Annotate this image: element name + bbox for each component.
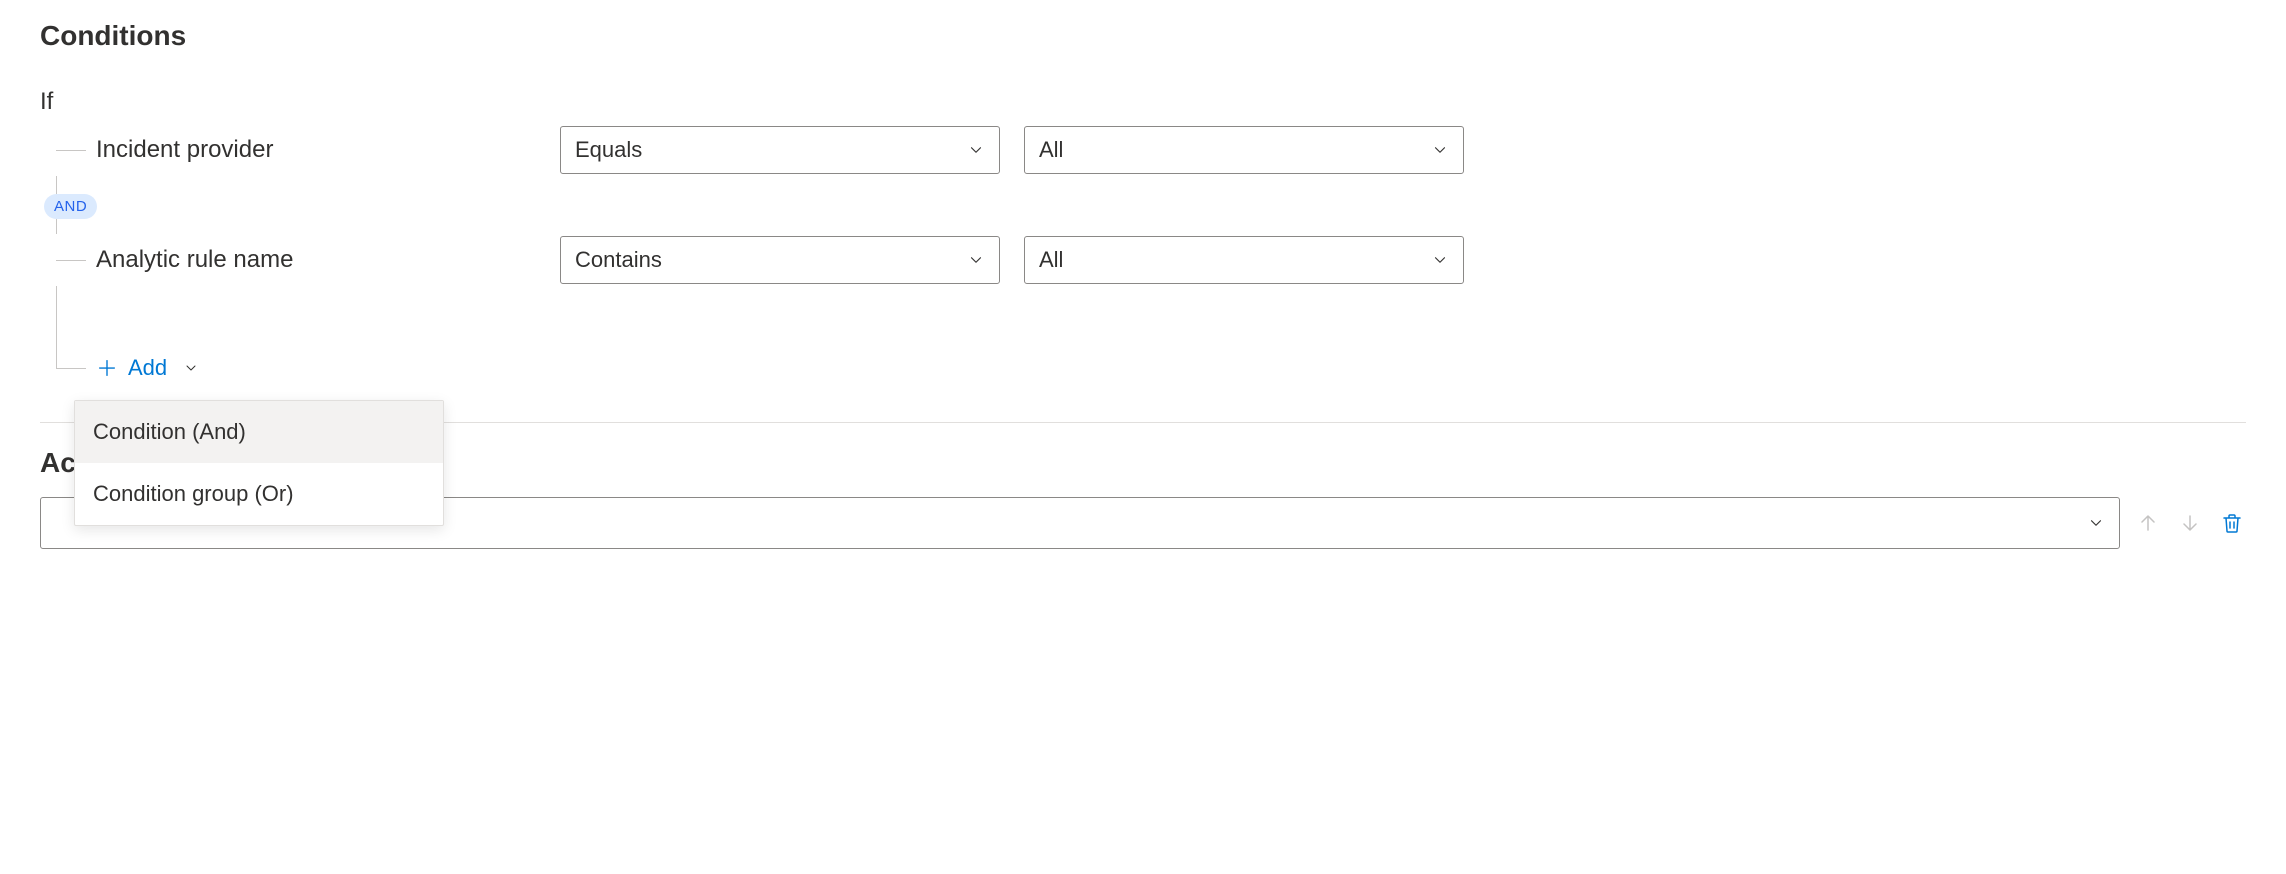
value-text: All — [1039, 137, 1063, 163]
delete-button[interactable] — [2218, 509, 2246, 537]
conditions-block: Incident provider Equals All AND Analyti… — [40, 124, 2246, 392]
if-label: If — [40, 88, 2246, 116]
condition-field-label: Incident provider — [96, 136, 536, 164]
condition-field-label: Analytic rule name — [96, 246, 536, 274]
operator-select[interactable]: Contains — [560, 236, 1000, 284]
add-label: Add — [128, 355, 167, 381]
chevron-down-icon — [967, 141, 985, 159]
chevron-down-icon — [2087, 514, 2105, 532]
condition-gap: AND — [56, 176, 2246, 234]
add-condition-button[interactable]: Add — [56, 344, 2246, 392]
condition-row: Incident provider Equals All — [56, 124, 2246, 176]
condition-row: Analytic rule name Contains All — [56, 234, 2246, 286]
chevron-down-icon — [183, 360, 199, 376]
operator-value: Equals — [575, 137, 642, 163]
chevron-down-icon — [967, 251, 985, 269]
and-badge: AND — [44, 194, 97, 219]
value-select[interactable]: All — [1024, 236, 1464, 284]
menu-item-condition-group-or[interactable]: Condition group (Or) — [75, 463, 443, 525]
tree-connector — [56, 150, 86, 151]
conditions-title: Conditions — [40, 20, 2246, 52]
condition-gap — [56, 286, 2246, 344]
move-up-button — [2134, 509, 2162, 537]
plus-icon — [96, 357, 118, 379]
operator-value: Contains — [575, 247, 662, 273]
tree-connector — [56, 368, 86, 369]
move-down-button — [2176, 509, 2204, 537]
value-select[interactable]: All — [1024, 126, 1464, 174]
chevron-down-icon — [1431, 251, 1449, 269]
menu-item-condition-and[interactable]: Condition (And) — [75, 401, 443, 463]
operator-select[interactable]: Equals — [560, 126, 1000, 174]
add-menu: Condition (And) Condition group (Or) — [74, 400, 444, 526]
value-text: All — [1039, 247, 1063, 273]
chevron-down-icon — [1431, 141, 1449, 159]
tree-connector — [56, 260, 86, 261]
